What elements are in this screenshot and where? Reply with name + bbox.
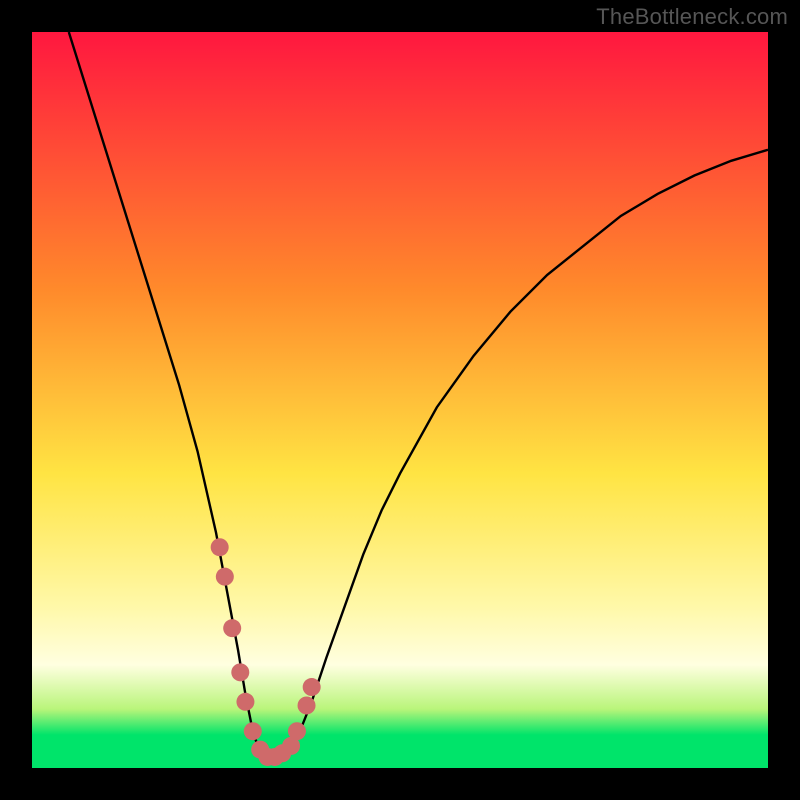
gradient-background	[32, 32, 768, 768]
curve-marker	[211, 538, 229, 556]
curve-marker	[231, 663, 249, 681]
green-baseline	[32, 758, 768, 768]
plot-area	[32, 32, 768, 768]
curve-marker	[244, 722, 262, 740]
curve-marker	[288, 722, 306, 740]
curve-marker	[223, 619, 241, 637]
chart-svg	[32, 32, 768, 768]
curve-marker	[236, 693, 254, 711]
watermark-text: TheBottleneck.com	[596, 4, 788, 30]
curve-marker	[216, 568, 234, 586]
curve-marker	[298, 696, 316, 714]
chart-frame: TheBottleneck.com	[0, 0, 800, 800]
curve-marker	[303, 678, 321, 696]
